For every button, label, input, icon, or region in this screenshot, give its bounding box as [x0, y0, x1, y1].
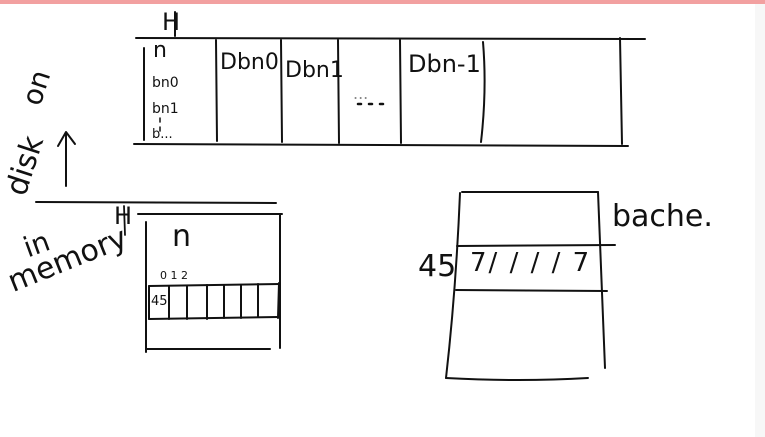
disk-array: [133, 11, 646, 147]
on-disk-arrow: [57, 131, 76, 187]
disk-cell-0: Dbn0: [220, 50, 279, 75]
disk-divider-3: [337, 39, 340, 144]
disk-bn-last-label: b...: [152, 127, 173, 142]
disk-h-label: H: [162, 8, 181, 36]
cache-right-line: [597, 191, 606, 369]
cache-title: bache.: [612, 199, 713, 234]
section-separator: [35, 201, 277, 204]
disk-array-bottom-line: [133, 143, 629, 147]
memory-n-label: n: [172, 219, 192, 254]
disk-divider-1: [215, 39, 218, 142]
cache-row-label: 45: [418, 249, 457, 284]
disk-cell-3: Dbn-1: [408, 50, 481, 78]
memory-index-labels: 0 1 2: [160, 269, 188, 282]
cache-left-line: [445, 192, 461, 379]
cache-row-top: [456, 244, 616, 247]
disk-divider-6: [619, 37, 623, 145]
disk-bn0-label: bn0: [152, 75, 179, 91]
memory-array-end: [277, 282, 280, 319]
disk-cell-2-ellipsis: ...: [353, 84, 369, 103]
cache-bottom-line: [445, 377, 589, 381]
memory-block: [123, 205, 283, 353]
memory-first-cell-value: 45: [151, 294, 168, 309]
disk-array-top-line: [135, 37, 646, 40]
disk-divider-5: [480, 41, 486, 143]
disk-bn1-label: bn1: [152, 101, 179, 117]
disk-n-label: n: [153, 38, 167, 63]
memory-h-label: H: [114, 202, 133, 230]
whiteboard-canvas: H n bn0 bn1 b... Dbn0 Dbn1 ... Dbn-1 on …: [0, 0, 765, 437]
disk-cell-1: Dbn1: [285, 58, 344, 83]
cache-row-marks: 7/ / / / 7: [470, 248, 592, 278]
cache-row-bottom: [455, 289, 608, 292]
disk-divider-4: [399, 39, 402, 144]
disk-divider-2: [280, 39, 283, 143]
cache-block: [445, 191, 616, 381]
